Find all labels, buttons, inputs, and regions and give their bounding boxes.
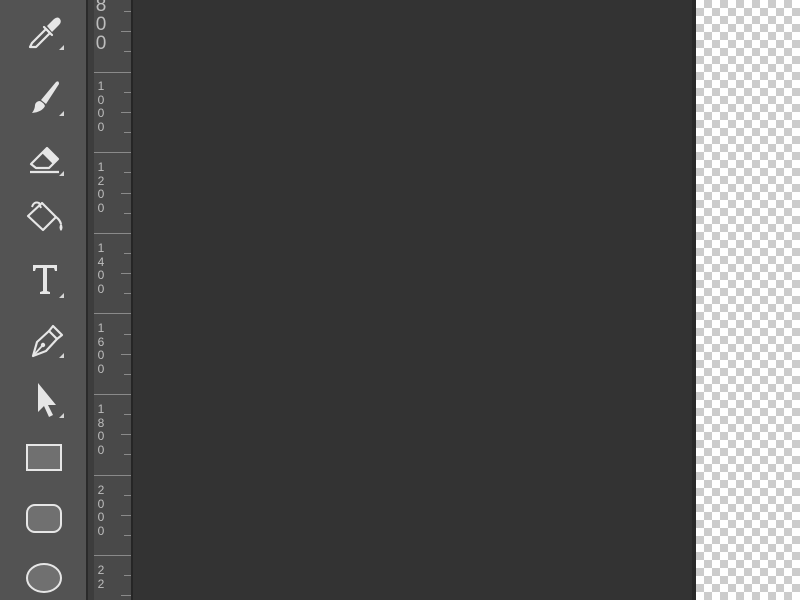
ruler-major-tick — [94, 152, 131, 153]
ruler-major-tick — [94, 313, 131, 314]
ruler-minor-tick — [121, 193, 131, 194]
pen-tool[interactable] — [12, 312, 76, 364]
document-canvas[interactable] — [133, 0, 694, 600]
brush-icon — [32, 81, 59, 113]
ruler-minor-tick — [124, 334, 131, 335]
paint-bucket-tool[interactable] — [12, 190, 76, 242]
transparent-area[interactable] — [696, 0, 800, 600]
pen-icon — [31, 324, 64, 358]
ruler-minor-tick — [121, 515, 131, 516]
vertical-ruler[interactable]: 8 0 0 1 0 0 0 1 2 0 0 1 4 0 0 1 6 0 0 1 … — [94, 0, 132, 600]
paint-bucket-icon — [26, 201, 63, 232]
ruler-minor-tick — [124, 414, 131, 415]
flyout-indicator-icon — [59, 413, 64, 418]
eyedropper-tool[interactable] — [12, 4, 76, 56]
arrow-cursor-icon — [38, 383, 56, 417]
flyout-indicator-icon — [59, 293, 64, 298]
ruler-minor-tick — [124, 454, 131, 455]
eraser-icon — [29, 146, 60, 174]
flyout-indicator-icon — [59, 353, 64, 358]
ruler-minor-tick — [121, 595, 131, 596]
ruler-minor-tick — [121, 273, 131, 274]
ruler-major-tick — [94, 555, 131, 556]
flyout-indicator-icon — [59, 111, 64, 116]
ruler-minor-tick — [124, 92, 131, 93]
ruler-label: 1 0 0 0 — [97, 79, 105, 134]
ruler-minor-tick — [124, 575, 131, 576]
ruler-minor-tick — [124, 535, 131, 536]
flyout-indicator-icon — [59, 171, 64, 176]
ruler-label: 1 4 0 0 — [97, 241, 105, 296]
ruler-minor-tick — [124, 293, 131, 294]
type-icon — [33, 265, 57, 294]
ruler-minor-tick — [121, 434, 131, 435]
ruler-major-tick — [94, 394, 131, 395]
ruler-minor-tick — [124, 132, 131, 133]
ruler-minor-tick — [124, 253, 131, 254]
ruler-major-tick — [94, 72, 131, 73]
ellipse-icon — [26, 563, 62, 593]
ruler-minor-tick — [121, 112, 131, 113]
ruler-label: 1 2 0 0 — [97, 160, 105, 215]
ruler-minor-tick — [124, 495, 131, 496]
ruler-minor-tick — [124, 213, 131, 214]
photoshop-window: 8 0 0 1 0 0 0 1 2 0 0 1 4 0 0 1 6 0 0 1 … — [0, 0, 800, 600]
ruler-label: 8 0 0 — [95, 0, 107, 54]
type-tool[interactable] — [12, 252, 76, 304]
ruler-major-tick — [94, 475, 131, 476]
path-selection-tool[interactable] — [12, 372, 76, 424]
ruler-minor-tick — [121, 31, 131, 32]
rounded-rectangle-tool[interactable] — [12, 492, 76, 544]
ruler-minor-tick — [124, 374, 131, 375]
rectangle-icon — [26, 444, 62, 471]
ruler-minor-tick — [124, 11, 131, 12]
eyedropper-icon — [28, 17, 61, 49]
ruler-minor-tick — [124, 51, 131, 52]
ruler-label: 1 8 0 0 — [97, 402, 105, 457]
ruler-label: 1 6 0 0 — [97, 321, 105, 376]
ruler-minor-tick — [124, 172, 131, 173]
rounded-rectangle-icon — [26, 504, 62, 533]
ruler-label: 2 0 0 0 — [97, 483, 105, 538]
tools-panel — [0, 0, 88, 600]
rectangle-tool[interactable] — [12, 432, 76, 484]
flyout-indicator-icon — [59, 45, 64, 50]
ruler-major-tick — [94, 233, 131, 234]
ruler-label: 2 2 — [97, 563, 105, 591]
ruler-border — [131, 0, 132, 600]
eraser-tool[interactable] — [12, 130, 76, 182]
ellipse-tool[interactable] — [12, 552, 76, 600]
ruler-minor-tick — [121, 354, 131, 355]
brush-tool[interactable] — [12, 70, 76, 122]
